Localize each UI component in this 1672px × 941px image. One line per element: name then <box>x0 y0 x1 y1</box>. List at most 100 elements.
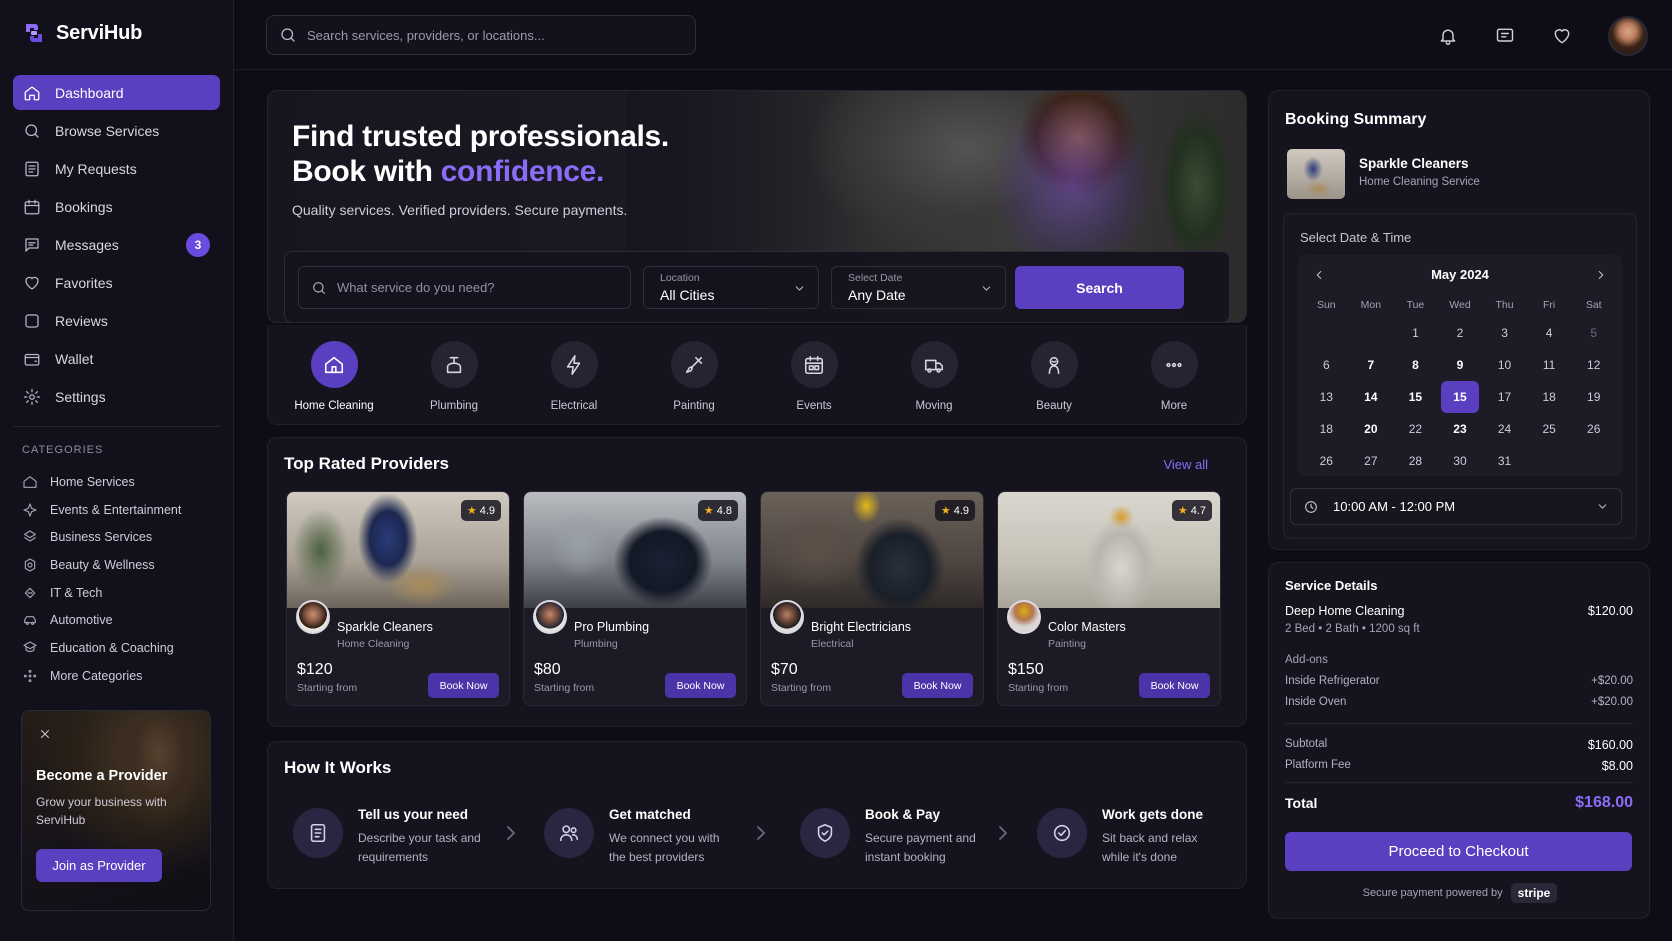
category-beauty[interactable]: Beauty <box>1004 341 1104 412</box>
calendar-day[interactable]: 28 <box>1396 445 1434 477</box>
view-all-link[interactable]: View all <box>1163 457 1208 472</box>
sidebar-item-favorites[interactable]: Favorites <box>13 265 220 300</box>
category-events-entertainment[interactable]: Events & Entertainment <box>22 496 220 524</box>
user-avatar[interactable] <box>1608 16 1648 56</box>
calendar-day[interactable]: 9 <box>1441 349 1479 381</box>
provider-avatar <box>296 600 330 634</box>
calendar-day[interactable]: 18 <box>1307 413 1345 445</box>
date-label: Select Date <box>848 272 903 284</box>
calendar-day[interactable]: 27 <box>1352 445 1390 477</box>
search-button[interactable]: Search <box>1015 266 1184 309</box>
category-education-coaching[interactable]: Education & Coaching <box>22 634 220 662</box>
book-now-button[interactable]: Book Now <box>665 673 736 698</box>
calendar-day[interactable]: 1 <box>1396 317 1434 349</box>
category-it-tech[interactable]: IT & Tech <box>22 579 220 607</box>
category-label: Events <box>796 400 832 412</box>
global-search-input[interactable]: Search services, providers, or locations… <box>266 15 696 55</box>
rating-badge: ★ 4.8 <box>697 500 738 521</box>
category-business-services[interactable]: Business Services <box>22 523 220 551</box>
category-label: Home Cleaning <box>294 400 374 412</box>
calendar-day[interactable]: 19 <box>1575 381 1613 413</box>
proceed-to-checkout-button[interactable]: Proceed to Checkout <box>1285 832 1632 871</box>
how-step: Get matched We connect you with the best… <box>544 807 734 866</box>
calendar-day[interactable]: 10 <box>1486 349 1524 381</box>
calendar-day[interactable]: 26 <box>1307 445 1345 477</box>
search-icon <box>281 28 295 42</box>
book-now-button[interactable]: Book Now <box>902 673 973 698</box>
section-title: Top Rated Providers <box>284 454 449 473</box>
calendar-day[interactable]: 25 <box>1530 413 1568 445</box>
calendar-day[interactable]: 22 <box>1396 413 1434 445</box>
service-search-input[interactable]: What service do you need? <box>298 266 631 309</box>
sidebar-item-dashboard[interactable]: Dashboard <box>13 75 220 110</box>
calendar-day[interactable]: 13 <box>1307 381 1345 413</box>
calendar-day[interactable]: 15 <box>1440 381 1479 413</box>
category-beauty-wellness[interactable]: Beauty & Wellness <box>22 551 220 579</box>
location-select[interactable]: Location All Cities <box>643 266 819 309</box>
join-as-provider-button[interactable]: Join as Provider <box>36 849 162 882</box>
bell-icon[interactable] <box>1438 26 1458 46</box>
brand[interactable]: ServiHub <box>22 21 142 45</box>
weekday-label: Wed <box>1449 299 1471 311</box>
heart-icon <box>25 276 39 290</box>
category-plumbing[interactable]: Plumbing <box>404 341 504 412</box>
book-now-button[interactable]: Book Now <box>1139 673 1210 698</box>
star-icon: ★ <box>466 505 477 517</box>
close-icon[interactable] <box>38 727 52 741</box>
servihub-logo-icon <box>26 24 42 42</box>
category-automotive[interactable]: Automotive <box>22 606 220 634</box>
calendar-day[interactable]: 20 <box>1352 413 1390 445</box>
category-home-cleaning[interactable]: Home Cleaning <box>284 341 384 412</box>
sidebar-item-wallet[interactable]: Wallet <box>13 341 220 376</box>
sidebar-item-settings[interactable]: Settings <box>13 379 220 414</box>
time-slot-select[interactable]: 10:00 AM - 12:00 PM <box>1290 488 1622 525</box>
calendar-day[interactable]: 31 <box>1486 445 1524 477</box>
calendar-day[interactable]: 2 <box>1441 317 1479 349</box>
provider-card[interactable]: ★ 4.9 Sparkle Cleaners Home Cleaning $120… <box>286 491 510 706</box>
rating-value: 4.7 <box>1190 504 1206 517</box>
provider-card[interactable]: ★ 4.7 Color Masters Painting $150 Startin… <box>997 491 1221 706</box>
calendar-day[interactable]: 11 <box>1530 349 1568 381</box>
provider-thumbnail <box>1287 149 1345 199</box>
calendar-day[interactable]: 6 <box>1307 349 1345 381</box>
service-price: $120.00 <box>1587 604 1633 618</box>
calendar-day[interactable]: 12 <box>1575 349 1613 381</box>
calendar-day[interactable]: 18 <box>1530 381 1568 413</box>
provider-card[interactable]: ★ 4.8 Pro Plumbing Plumbing $80 Starting … <box>523 491 747 706</box>
category-label: More <box>1160 400 1188 412</box>
chat-icon[interactable] <box>1495 26 1515 46</box>
category-painting[interactable]: Painting <box>644 341 744 412</box>
calendar-day[interactable]: 15 <box>1396 381 1434 413</box>
sidebar-item-messages[interactable]: Messages 3 <box>13 227 220 262</box>
provider-name: Bright Electricians <box>811 620 912 634</box>
calendar-day[interactable]: 8 <box>1396 349 1434 381</box>
calendar-day[interactable]: 17 <box>1486 381 1524 413</box>
sidebar-item-my-requests[interactable]: My Requests <box>13 151 220 186</box>
search-placeholder: Search services, providers, or locations… <box>307 27 545 43</box>
sidebar-item-browse-services[interactable]: Browse Services <box>13 113 220 148</box>
calendar-day[interactable]: 3 <box>1486 317 1524 349</box>
heart-icon[interactable] <box>1552 26 1572 46</box>
chevron-right-icon[interactable] <box>1594 268 1608 282</box>
sidebar-item-reviews[interactable]: Reviews <box>13 303 220 338</box>
book-now-button[interactable]: Book Now <box>428 673 499 698</box>
calendar-day[interactable]: 5 <box>1575 317 1613 349</box>
calendar-day[interactable]: 14 <box>1352 381 1390 413</box>
category-icon-circle <box>550 341 598 388</box>
category-electrical[interactable]: Electrical <box>524 341 624 412</box>
category-label: Home Services <box>50 474 135 489</box>
sidebar-item-bookings[interactable]: Bookings <box>13 189 220 224</box>
date-select[interactable]: Select Date Any Date <box>831 266 1006 309</box>
category-more[interactable]: More <box>1124 341 1224 412</box>
provider-card[interactable]: ★ 4.9 Bright Electricians Electrical $70 … <box>760 491 984 706</box>
calendar-day[interactable]: 24 <box>1486 413 1524 445</box>
calendar-day[interactable]: 23 <box>1441 413 1479 445</box>
calendar-day[interactable]: 26 <box>1575 413 1613 445</box>
category-more-categories[interactable]: More Categories <box>22 662 220 690</box>
category-home-services[interactable]: Home Services <box>22 468 220 496</box>
calendar-day[interactable]: 30 <box>1441 445 1479 477</box>
category-events[interactable]: Events <box>764 341 864 412</box>
calendar-day[interactable]: 4 <box>1530 317 1568 349</box>
category-moving[interactable]: Moving <box>884 341 984 412</box>
calendar-day[interactable]: 7 <box>1352 349 1390 381</box>
